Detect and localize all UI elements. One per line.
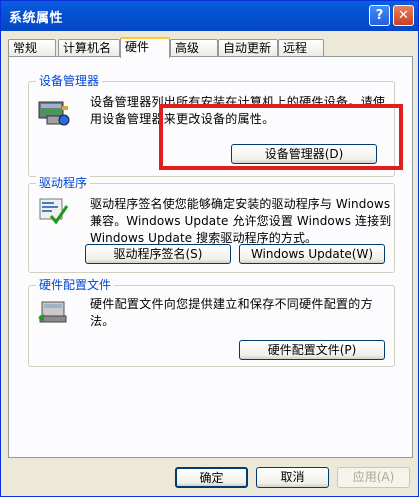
driver-group-title: 驱动程序 bbox=[36, 176, 91, 190]
help-button[interactable]: ? bbox=[369, 5, 390, 26]
close-icon: ✕ bbox=[398, 8, 409, 23]
hardware-profiles-button[interactable]: 硬件配置文件(P) bbox=[239, 340, 385, 360]
tab-remote[interactable]: 远程 bbox=[278, 39, 324, 56]
cancel-button[interactable]: 取消 bbox=[256, 467, 329, 488]
ok-button[interactable]: 确定 bbox=[175, 467, 248, 488]
hardware-profiles-desc-line2: 法。 bbox=[90, 314, 115, 328]
hardware-profiles-icon bbox=[38, 301, 67, 323]
tab-automatic-updates[interactable]: 自动更新 bbox=[218, 39, 278, 56]
driver-signing-icon bbox=[39, 198, 69, 225]
hardware-profiles-description: 硬件配置文件向您提供建立和保存不同硬件配置的方 法。 bbox=[90, 296, 373, 330]
tab-hardware[interactable]: 硬件 bbox=[120, 37, 170, 58]
driver-description: 驱动程序签名使您能够确定安装的驱动程序与 Windows 兼容。Windows … bbox=[90, 196, 391, 247]
driver-group: 驱动程序 驱动程序签名使您能够确定安装的驱动程序与 Windows 兼容。Win… bbox=[28, 176, 395, 273]
tab-advanced[interactable]: 高级 bbox=[170, 39, 218, 56]
hardware-profiles-desc-line1: 硬件配置文件向您提供建立和保存不同硬件配置的方 bbox=[90, 297, 373, 311]
device-manager-icon bbox=[38, 101, 70, 126]
hardware-profiles-group: 硬件配置文件 硬件配置文件向您提供建立和保存不同硬件配置的方 法。 硬件配置文件… bbox=[28, 278, 395, 367]
driver-signing-button[interactable]: 驱动程序签名(S) bbox=[85, 244, 231, 264]
window-title: 系统属性 bbox=[9, 11, 64, 26]
tab-computer-name[interactable]: 计算机名 bbox=[58, 39, 120, 56]
highlight-annotation-box bbox=[159, 104, 403, 170]
help-icon: ? bbox=[375, 8, 384, 23]
windows-update-button[interactable]: Windows Update(W) bbox=[239, 244, 385, 264]
hardware-profiles-group-title: 硬件配置文件 bbox=[36, 278, 115, 292]
title-bar[interactable]: 系统属性 ? ✕ bbox=[1, 1, 418, 31]
apply-button[interactable]: 应用(A) bbox=[337, 467, 410, 488]
driver-desc-line1: 驱动程序签名使您能够确定安装的驱动程序与 Windows bbox=[90, 197, 391, 211]
device-manager-group-title: 设备管理器 bbox=[36, 74, 103, 88]
driver-desc-line2: 兼容。Windows Update 允许您设置 Windows 连接到 bbox=[90, 214, 392, 228]
close-button[interactable]: ✕ bbox=[393, 5, 414, 26]
tab-general[interactable]: 常规 bbox=[8, 39, 56, 56]
system-properties-window: 系统属性 ? ✕ 常规 计算机名 硬件 高级 自动更新 远程 设备管理器 设备管… bbox=[0, 0, 419, 497]
